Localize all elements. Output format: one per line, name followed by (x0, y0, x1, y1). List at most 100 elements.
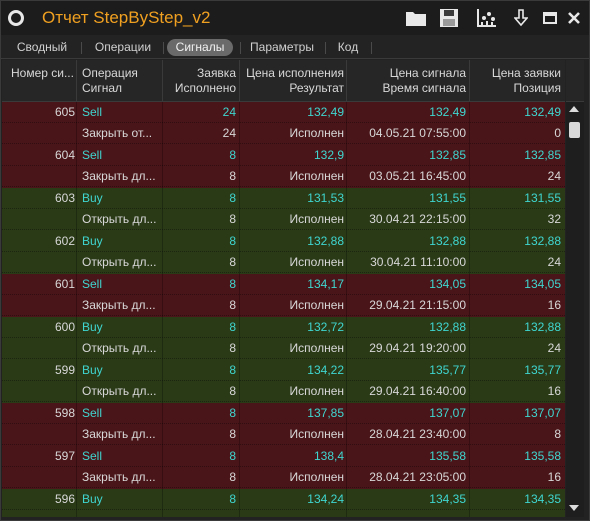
column-header-operation[interactable]: Операция Сигнал (82, 66, 138, 96)
result-status: Исполнен (289, 298, 344, 312)
tab-bar: Сводный Операции Сигналы Параметры Код (1, 35, 589, 59)
column-header-order-price[interactable]: Цена заявки Позиция (472, 66, 561, 96)
tab-summary[interactable]: Сводный (9, 39, 75, 56)
table-row[interactable]: Закрыть дл... 8 Исполнен 29.04.21 21:15:00 1… (2, 295, 565, 316)
column-divider[interactable] (162, 60, 163, 101)
filled-quantity: 8 (229, 212, 236, 226)
table-row[interactable]: Открыть дл... 8 Исполнен 30.04.21 11:10:00 2… (2, 252, 565, 273)
column-header-signal-price[interactable]: Цена сигнала Время сигнала (348, 66, 467, 96)
title-bar: Отчет StepByStep_v2 (1, 1, 589, 35)
order-price: 134,05 (524, 277, 561, 291)
tab-separator (371, 42, 372, 54)
tab-signals[interactable]: Сигналы (167, 39, 233, 56)
result-status: Исполнен (289, 470, 344, 484)
close-icon[interactable] (566, 7, 582, 29)
position-size: 16 (547, 384, 561, 398)
scroll-thumb[interactable] (569, 122, 580, 138)
signal-time: 04.05.21 07:55:00 (369, 126, 466, 140)
signal-price: 134,35 (429, 492, 466, 506)
maximize-icon[interactable] (542, 7, 558, 29)
table-row[interactable]: 599 Buy 8 134,22 135,77 135,77 (2, 360, 565, 381)
signal-time: 28.04.21 23:05:00 (369, 470, 466, 484)
signal-group[interactable]: 597 Sell 8 138,4 135,58 135,58 Закрыть дл... 8 И… (2, 446, 565, 489)
column-header-quantity[interactable]: Заявка Исполнено (164, 66, 236, 96)
download-arrow-icon[interactable] (512, 7, 530, 29)
table-row[interactable]: Закрыть от... 24 Исполнен 04.05.21 07:55:00… (2, 123, 565, 144)
scroll-down-arrow-icon[interactable] (569, 505, 579, 511)
result-status: Исполнен (289, 427, 344, 441)
column-header-exec-price-line2: Результат (289, 81, 344, 95)
signal-time: 03.05.21 16:45:00 (369, 169, 466, 183)
column-divider[interactable] (76, 60, 77, 101)
scroll-up-arrow-icon[interactable] (569, 106, 579, 112)
table-row[interactable]: 598 Sell 8 137,85 137,07 137,07 (2, 403, 565, 424)
position-size: 24 (547, 255, 561, 269)
signal-time: 30.04.21 22:15:00 (369, 212, 466, 226)
table-row[interactable]: Открыть дл... 8 Исполнен 30.04.21 22:15:00 3… (2, 209, 565, 230)
table-row[interactable]: Закрыть дл... 8 Исполнен 28.04.21 23:40:00 8 (2, 424, 565, 445)
table-row[interactable]: 605 Sell 24 132,49 132,49 132,49 (2, 102, 565, 123)
column-divider[interactable] (346, 60, 347, 101)
signal-group[interactable]: 598 Sell 8 137,85 137,07 137,07 Закрыть дл... 8… (2, 403, 565, 446)
column-divider[interactable] (469, 60, 470, 101)
signal-number: 597 (54, 449, 75, 463)
table-row[interactable]: Открыть дл... 8 Исполнен 29.04.21 16:40:00 1… (2, 381, 565, 402)
signal-price: 135,58 (429, 449, 466, 463)
window-title: Отчет StepByStep_v2 (42, 8, 211, 27)
chart-settings-icon[interactable] (475, 7, 499, 29)
table-row[interactable]: 603 Buy 8 131,53 131,55 131,55 (2, 188, 565, 209)
execution-price: 134,22 (307, 363, 344, 377)
signal-group[interactable]: 602 Buy 8 132,88 132,88 132,88 Открыть дл... 8 И… (2, 231, 565, 274)
position-size: 24 (547, 169, 561, 183)
table-row[interactable]: Открыть дл... 8 Исполнен 29.04.21 19:20:00 2… (2, 338, 565, 359)
column-header-signal-price-line1: Цена сигнала (389, 66, 466, 80)
save-icon[interactable] (438, 7, 460, 29)
column-header-order-price-line1: Цена заявки (491, 66, 561, 80)
signal-group[interactable]: 596 Buy 8 134,24 134,35 134,35 (2, 489, 565, 517)
tab-parameters[interactable]: Параметры (246, 39, 318, 56)
tab-operations[interactable]: Операции (89, 39, 157, 56)
execution-price: 137,85 (307, 406, 344, 420)
operation-type: Buy (82, 363, 103, 377)
table-row[interactable] (2, 510, 565, 517)
grid-header: Номер си... Операция Сигнал Заявка Испол… (2, 60, 565, 102)
position-size: 16 (547, 298, 561, 312)
position-size: 0 (554, 126, 561, 140)
order-quantity: 8 (229, 148, 236, 162)
signal-description: Открыть дл... (82, 212, 157, 226)
tab-code[interactable]: Код (331, 39, 365, 56)
operation-type: Sell (82, 148, 103, 162)
filled-quantity: 8 (229, 255, 236, 269)
order-quantity: 8 (229, 320, 236, 334)
folder-icon[interactable] (404, 7, 428, 29)
signal-group[interactable]: 600 Buy 8 132,72 132,88 132,88 Открыть дл... 8 И… (2, 317, 565, 360)
signal-number: 598 (54, 406, 75, 420)
table-row[interactable]: 604 Sell 8 132,9 132,85 132,85 (2, 145, 565, 166)
filled-quantity: 8 (229, 341, 236, 355)
table-row[interactable]: 597 Sell 8 138,4 135,58 135,58 (2, 446, 565, 467)
report-window: Отчет StepByStep_v2 Сводный Операции Сиг… (0, 0, 590, 521)
signal-group[interactable]: 605 Sell 24 132,49 132,49 132,49 Закрыть от...… (2, 102, 565, 145)
column-divider[interactable] (239, 60, 240, 101)
execution-price: 134,24 (307, 492, 344, 506)
table-row[interactable]: 596 Buy 8 134,24 134,35 134,35 (2, 489, 565, 510)
signal-group[interactable]: 603 Buy 8 131,53 131,55 131,55 Открыть дл... 8 И… (2, 188, 565, 231)
signal-group[interactable]: 601 Sell 8 134,17 134,05 134,05 Закрыть дл... 8… (2, 274, 565, 317)
signal-group[interactable]: 604 Sell 8 132,9 132,85 132,85 Закрыть дл... 8 И… (2, 145, 565, 188)
order-price: 137,07 (524, 406, 561, 420)
table-row[interactable]: 602 Buy 8 132,88 132,88 132,88 (2, 231, 565, 252)
column-header-number[interactable]: Номер си... (11, 66, 74, 81)
operation-type: Sell (82, 449, 103, 463)
signal-description: Открыть дл... (82, 341, 157, 355)
order-quantity: 8 (229, 363, 236, 377)
vertical-scrollbar[interactable] (566, 102, 584, 517)
signal-price: 132,85 (429, 148, 466, 162)
order-quantity: 24 (222, 105, 236, 119)
table-row[interactable]: Закрыть дл... 8 Исполнен 28.04.21 23:05:00 1… (2, 467, 565, 488)
column-header-exec-price[interactable]: Цена исполнения Результат (242, 66, 344, 96)
table-row[interactable]: Закрыть дл... 8 Исполнен 03.05.21 16:45:00 2… (2, 166, 565, 187)
table-row[interactable]: 600 Buy 8 132,72 132,88 132,88 (2, 317, 565, 338)
order-quantity: 8 (229, 449, 236, 463)
table-row[interactable]: 601 Sell 8 134,17 134,05 134,05 (2, 274, 565, 295)
signal-group[interactable]: 599 Buy 8 134,22 135,77 135,77 Открыть дл... 8 И… (2, 360, 565, 403)
